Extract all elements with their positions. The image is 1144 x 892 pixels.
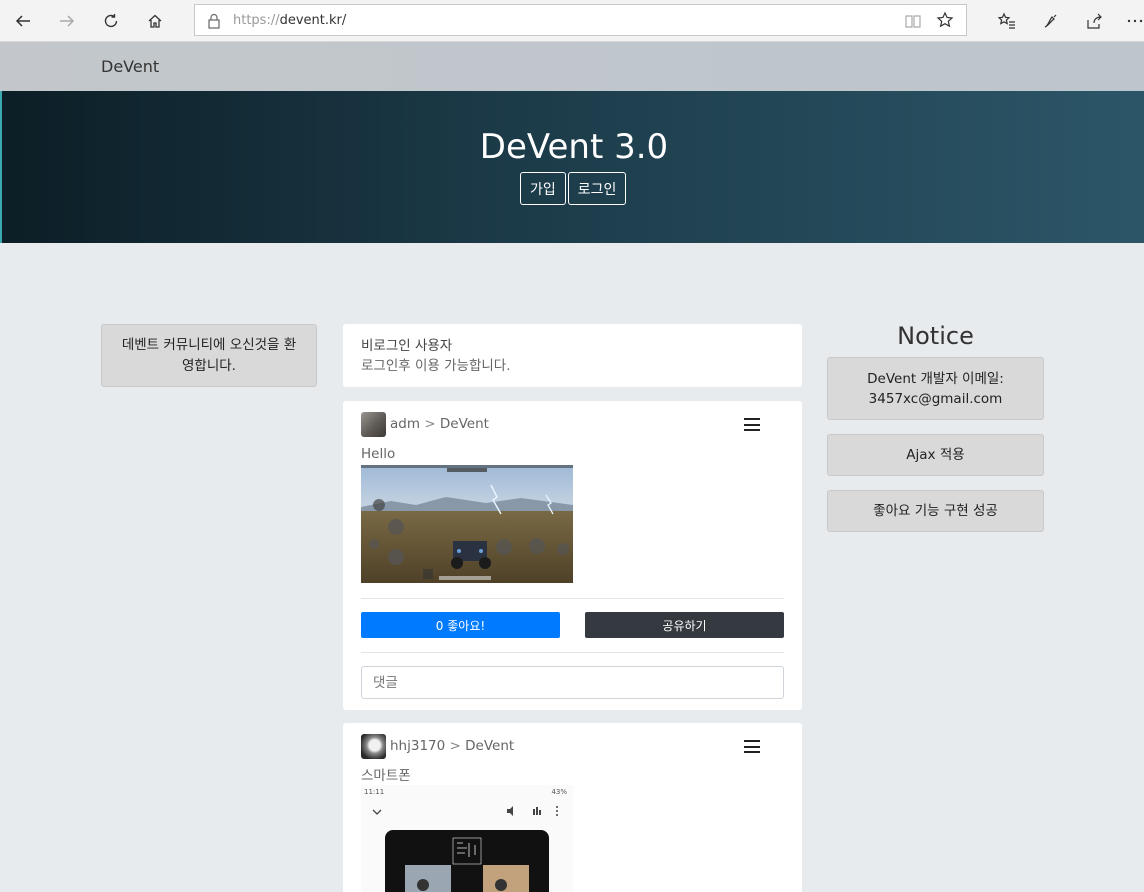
guest-info-title: 비로그인 사용자 [361, 338, 453, 354]
post-board[interactable]: DeVent [465, 738, 514, 754]
notice-item[interactable]: 좋아요 기능 구현 성공 [827, 490, 1044, 532]
comment-input[interactable] [361, 666, 784, 699]
avatar[interactable] [361, 411, 386, 437]
post-text: Hello [361, 446, 396, 462]
post-card: adm > DeVent Hello 0 좋아요! 공유하기 댓글 [343, 401, 802, 710]
address-bar[interactable]: https://devent.kr/ [194, 4, 967, 36]
like-button[interactable]: 0 좋아요! [361, 612, 560, 638]
post-author-line: adm > DeVent [390, 416, 489, 432]
hamburger-menu-icon[interactable] [744, 740, 760, 753]
back-icon[interactable] [10, 8, 36, 34]
browser-toolbar: https://devent.kr/ [0, 0, 1144, 42]
share-icon[interactable] [1081, 8, 1107, 34]
favorites-list-icon[interactable] [994, 8, 1020, 34]
welcome-card: 데벤트 커뮤니티에 오신것을 환영합니다. [101, 324, 317, 387]
post-header: hhj3170 > DeVent [361, 733, 784, 759]
share-button[interactable]: 공유하기 [585, 612, 784, 638]
notice-item[interactable]: DeVent 개발자 이메일: 3457xc@gmail.com [827, 357, 1044, 420]
reading-view-icon[interactable] [904, 12, 922, 34]
post-author[interactable]: adm [390, 416, 420, 432]
post-board[interactable]: DeVent [440, 416, 489, 432]
post-separator: > [449, 738, 461, 754]
guest-info-subtitle: 로그인후 이용 가능합니다. [361, 358, 511, 374]
home-icon[interactable] [142, 8, 168, 34]
post-card: hhj3170 > DeVent 스마트폰 11:11 43% [343, 723, 802, 892]
hero-title: DeVent 3.0 [479, 127, 669, 167]
hero-banner: DeVent 3.0 가입 로그인 [0, 91, 1144, 243]
post-separator: > [424, 416, 436, 432]
url-text: https://devent.kr/ [233, 13, 347, 28]
post-header: adm > DeVent [361, 411, 784, 437]
more-icon[interactable] [1122, 8, 1144, 34]
post-author-line: hhj3170 > DeVent [390, 738, 514, 754]
favorite-star-icon[interactable] [936, 11, 954, 33]
avatar[interactable] [361, 733, 386, 759]
signup-button[interactable]: 가입 [520, 172, 566, 205]
hamburger-menu-icon[interactable] [744, 418, 760, 431]
pen-icon[interactable] [1038, 8, 1064, 34]
divider [361, 652, 784, 653]
post-text: 스마트폰 [361, 768, 411, 784]
post-author[interactable]: hhj3170 [390, 738, 445, 754]
site-navbar: DeVent [0, 42, 1144, 91]
login-button[interactable]: 로그인 [567, 172, 627, 205]
notice-heading: Notice [897, 322, 974, 350]
forward-icon[interactable] [54, 8, 80, 34]
post-image[interactable] [361, 465, 573, 583]
brand-link[interactable]: DeVent [101, 57, 159, 76]
notice-item[interactable]: Ajax 적용 [827, 434, 1044, 476]
lock-icon [205, 12, 223, 34]
post-image[interactable]: 11:11 43% [361, 785, 573, 892]
refresh-icon[interactable] [98, 8, 124, 34]
divider [361, 598, 784, 599]
hero-actions: 가입 로그인 [520, 172, 627, 205]
guest-info-card: 비로그인 사용자 로그인후 이용 가능합니다. [343, 324, 802, 387]
